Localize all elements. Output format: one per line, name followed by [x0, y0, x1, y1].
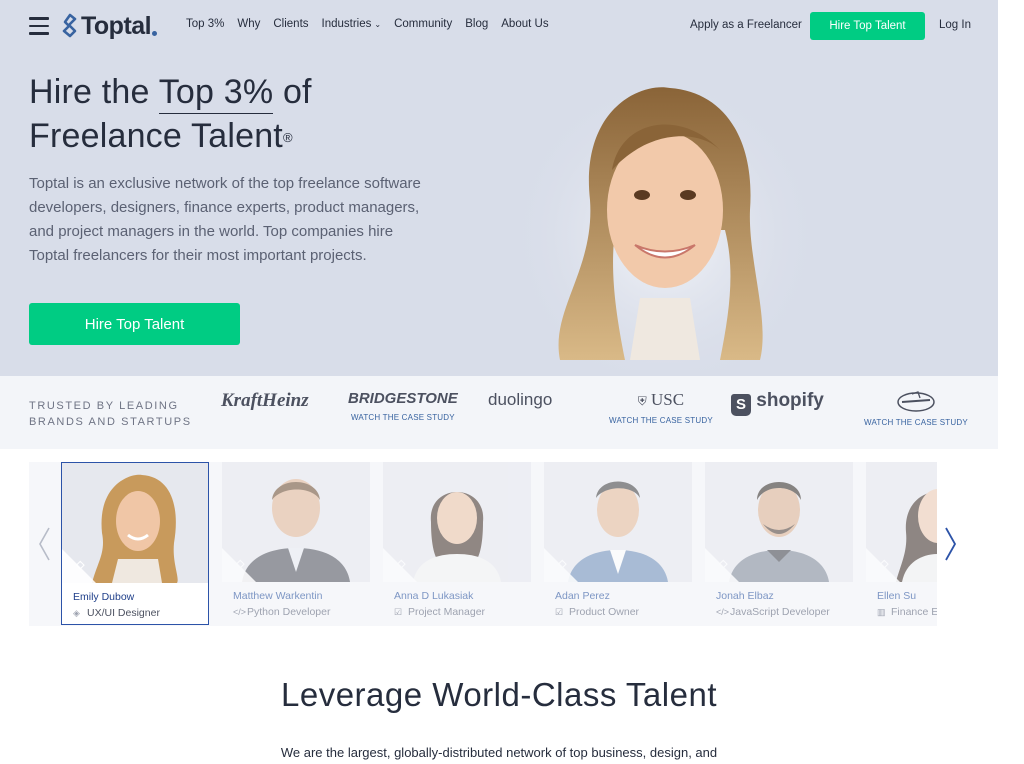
talent-card-anna[interactable]: ◇ Anna D Lukasiak ☑ Project Manager: [383, 462, 531, 625]
talent-role: </>Python Developer: [233, 606, 330, 618]
talent-photo: ◇: [62, 463, 208, 583]
shopify-bag-icon: S: [731, 394, 751, 416]
trusted-label-line1: TRUSTED BY LEADING: [29, 400, 179, 412]
section-title: Leverage World-Class Talent: [281, 676, 717, 713]
chevron-left-icon[interactable]: [37, 526, 51, 562]
code-icon: </>: [716, 607, 730, 617]
nav-link-about[interactable]: About Us: [501, 18, 548, 30]
nav-link-industries[interactable]: Industries ⌄: [322, 18, 382, 30]
talent-role-label: Project Manager: [408, 606, 486, 618]
nav-links: Top 3% Why Clients Industries ⌄ Community…: [186, 18, 562, 30]
talent-role: ☑ Product Owner: [555, 606, 639, 618]
talent-role: ▥ Finance E: [877, 606, 937, 618]
talent-card-jonah[interactable]: ◇ Jonah Elbaz </>JavaScript Developer: [705, 462, 853, 625]
section-text: We are the largest, globally-distributed…: [280, 745, 718, 760]
talent-name: Emily Dubow: [73, 591, 135, 603]
talent-role-label: Finance E: [891, 606, 937, 618]
logo-dot: [152, 30, 158, 36]
talent-role-label: JavaScript Developer: [730, 606, 830, 618]
talent-photo: ◇: [383, 462, 531, 582]
talent-role: </>JavaScript Developer: [716, 606, 830, 618]
brand-usc-name: USC: [651, 390, 685, 409]
hero-title-pre: Hire the: [29, 73, 159, 111]
hire-top-talent-button[interactable]: Hire Top Talent: [810, 12, 925, 40]
talent-card-emily[interactable]: ◇ Emily Dubow ◈ UX/UI Designer: [61, 462, 209, 625]
brand-usc-logo: ⛨ USC: [609, 390, 713, 410]
usc-seal-icon: ⛨: [637, 394, 647, 408]
nav-link-top3[interactable]: Top 3%: [186, 18, 224, 30]
talent-name: Jonah Elbaz: [716, 590, 774, 602]
toptal-badge-icon: ◇: [880, 558, 889, 570]
toptal-badge-icon: ◇: [558, 558, 567, 570]
checklist-icon: ☑: [394, 607, 403, 617]
brand-bridgestone-logo: BRIDGESTONE: [348, 390, 458, 407]
talent-role-label: UX/UI Designer: [87, 607, 160, 619]
registered-mark: ®: [282, 130, 293, 145]
top-navigation: Toptal Top 3% Why Clients Industries ⌄ Co…: [0, 0, 998, 52]
toptal-badge-icon: ◇: [236, 558, 245, 570]
talent-photo: ◇: [544, 462, 692, 582]
toptal-badge-icon: ◇: [397, 558, 406, 570]
nav-link-why[interactable]: Why: [237, 18, 260, 30]
design-icon: ◈: [73, 608, 80, 618]
talent-card-adan[interactable]: ◇ Adan Perez ☑ Product Owner: [544, 462, 692, 625]
talent-role-label: Python Developer: [247, 606, 331, 618]
talent-name: Matthew Warkentin: [233, 590, 323, 602]
nav-link-blog[interactable]: Blog: [465, 18, 488, 30]
trusted-brands-strip: TRUSTED BY LEADING BRANDS AND STARTUPS K…: [0, 376, 998, 449]
talent-carousel: ◇ Emily Dubow ◈ UX/UI Designer ◇ Matthew …: [29, 462, 969, 626]
menu-icon[interactable]: [29, 17, 49, 35]
trusted-label-line2: BRANDS AND STARTUPS: [29, 416, 192, 428]
chevron-right-icon[interactable]: [944, 526, 958, 562]
brand-shopify-logo: S shopify: [731, 390, 824, 416]
hero-title-line2: Freelance Talent: [29, 117, 283, 155]
talent-card-matthew[interactable]: ◇ Matthew Warkentin </>Python Developer: [222, 462, 370, 625]
hero-description: Toptal is an exclusive network of the to…: [29, 175, 421, 264]
code-icon: </>: [233, 607, 247, 617]
hero-hire-button[interactable]: Hire Top Talent: [29, 303, 240, 345]
talent-photo: ◇: [705, 462, 853, 582]
bridgestone-case-study-link[interactable]: WATCH THE CASE STUDY: [348, 413, 458, 422]
logo-text: Toptal: [81, 11, 152, 40]
brand-kraftheinz-logo: KraftHeinz: [221, 390, 309, 411]
talent-role-label: Product Owner: [569, 606, 640, 618]
nav-link-clients[interactable]: Clients: [273, 18, 308, 30]
hero-title-highlight: Top 3%: [158, 73, 274, 114]
brand-cavaliers: WATCH THE CASE STUDY: [864, 390, 968, 427]
brand-shopify: S shopify: [731, 390, 824, 416]
brand-shopify-name: shopify: [756, 390, 824, 411]
talent-photo: ◇: [866, 462, 937, 582]
brand-duolingo-logo: duolingo: [488, 390, 553, 409]
talent-role: ◈ UX/UI Designer: [73, 607, 160, 619]
brand-duolingo: duolingo: [488, 390, 552, 410]
cavaliers-case-study-link[interactable]: WATCH THE CASE STUDY: [864, 418, 968, 427]
toptal-badge-icon: ◇: [719, 558, 728, 570]
chevron-down-icon: ⌄: [374, 20, 382, 29]
usc-case-study-link[interactable]: WATCH THE CASE STUDY: [609, 416, 713, 425]
nav-link-industries-label: Industries: [321, 18, 372, 30]
page-gutter: [998, 0, 1024, 764]
toptal-badge-icon: ◇: [76, 559, 85, 571]
brand-bridgestone: BRIDGESTONE WATCH THE CASE STUDY: [348, 390, 458, 422]
talent-photo: ◇: [222, 462, 370, 582]
nav-link-community[interactable]: Community: [394, 18, 452, 30]
talent-role: ☑ Project Manager: [394, 606, 485, 618]
hero-title: Hire the Top 3% of Freelance Talent®: [29, 70, 312, 158]
hero-title-post: of: [273, 73, 312, 111]
chart-icon: ▥: [877, 607, 886, 617]
talent-name: Anna D Lukasiak: [394, 590, 474, 602]
toptal-logo[interactable]: Toptal: [61, 11, 158, 40]
toptal-mark-icon: [62, 13, 77, 38]
login-link[interactable]: Log In: [939, 19, 971, 31]
talent-card-ellen[interactable]: ◇ Ellen Su ▥ Finance E: [866, 462, 937, 625]
apply-freelancer-link[interactable]: Apply as a Freelancer: [690, 19, 802, 31]
brand-kraftheinz: KraftHeinz: [221, 390, 309, 412]
cavaliers-logo-icon: [897, 391, 935, 412]
brand-usc: ⛨ USC WATCH THE CASE STUDY: [609, 390, 713, 425]
talent-name: Adan Perez: [555, 590, 610, 602]
checklist-icon: ☑: [555, 607, 564, 617]
hero-portrait-image: [520, 70, 810, 370]
trusted-label: TRUSTED BY LEADING BRANDS AND STARTUPS: [29, 398, 192, 430]
talent-name: Ellen Su: [877, 590, 917, 602]
